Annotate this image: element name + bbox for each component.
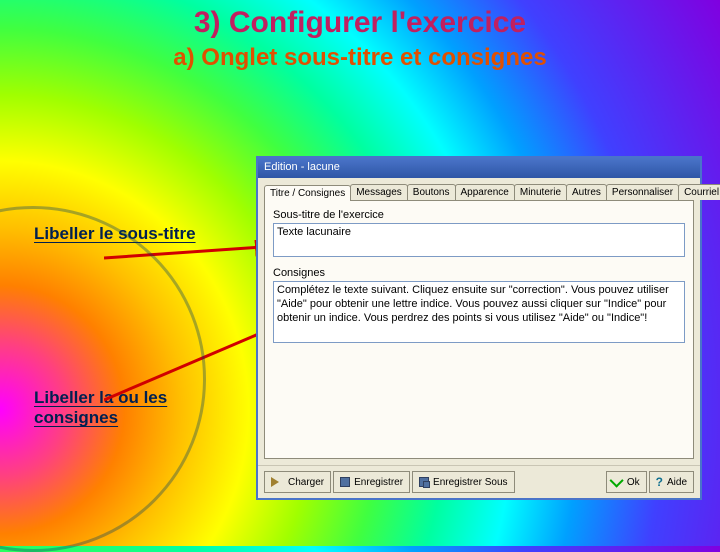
tab-autres[interactable]: Autres xyxy=(566,184,607,200)
tab-titre-consignes[interactable]: Titre / Consignes xyxy=(264,185,351,201)
diskette-icon xyxy=(340,477,350,487)
tab-apparence[interactable]: Apparence xyxy=(455,184,515,200)
load-button[interactable]: Charger xyxy=(264,471,331,493)
subtitle-label: Sous-titre de l'exercice xyxy=(273,209,685,221)
save-as-button-label: Enregistrer Sous xyxy=(433,477,507,488)
save-as-button[interactable]: Enregistrer Sous xyxy=(412,471,514,493)
tab-messages[interactable]: Messages xyxy=(350,184,408,200)
help-button[interactable]: ? Aide xyxy=(649,471,694,493)
dialog-titlebar: Edition - lacune xyxy=(258,158,700,178)
consignes-input[interactable]: Complétez le texte suivant. Cliquez ensu… xyxy=(273,281,685,343)
consignes-label: Consignes xyxy=(273,267,685,279)
tab-boutons[interactable]: Boutons xyxy=(407,184,456,200)
ok-button[interactable]: Ok xyxy=(606,471,647,493)
diskette-multi-icon xyxy=(419,477,429,487)
dialog-button-bar: Charger Enregistrer Enregistrer Sous Ok … xyxy=(258,465,700,498)
annotation-consignes: Libeller la ou les consignes xyxy=(34,388,204,429)
tab-minuterie[interactable]: Minuterie xyxy=(514,184,567,200)
folder-open-icon xyxy=(271,477,284,487)
question-icon: ? xyxy=(656,475,663,489)
save-button[interactable]: Enregistrer xyxy=(333,471,410,493)
subtitle-input[interactable]: Texte lacunaire xyxy=(273,223,685,257)
tab-personnaliser[interactable]: Personnaliser xyxy=(606,184,679,200)
check-icon xyxy=(609,474,623,488)
page-title: 3) Configurer l'exercice xyxy=(0,6,720,40)
save-button-label: Enregistrer xyxy=(354,477,403,488)
ok-button-label: Ok xyxy=(627,477,640,488)
help-button-label: Aide xyxy=(667,477,687,488)
tab-courriel[interactable]: Courriel xyxy=(678,184,720,200)
load-button-label: Charger xyxy=(288,477,324,488)
tabbar: Titre / Consignes Messages Boutons Appar… xyxy=(264,184,694,201)
tab-panel: Sous-titre de l'exercice Texte lacunaire… xyxy=(264,201,694,459)
config-dialog: Edition - lacune Titre / Consignes Messa… xyxy=(256,156,702,500)
page-subtitle: a) Onglet sous-titre et consignes xyxy=(0,44,720,72)
